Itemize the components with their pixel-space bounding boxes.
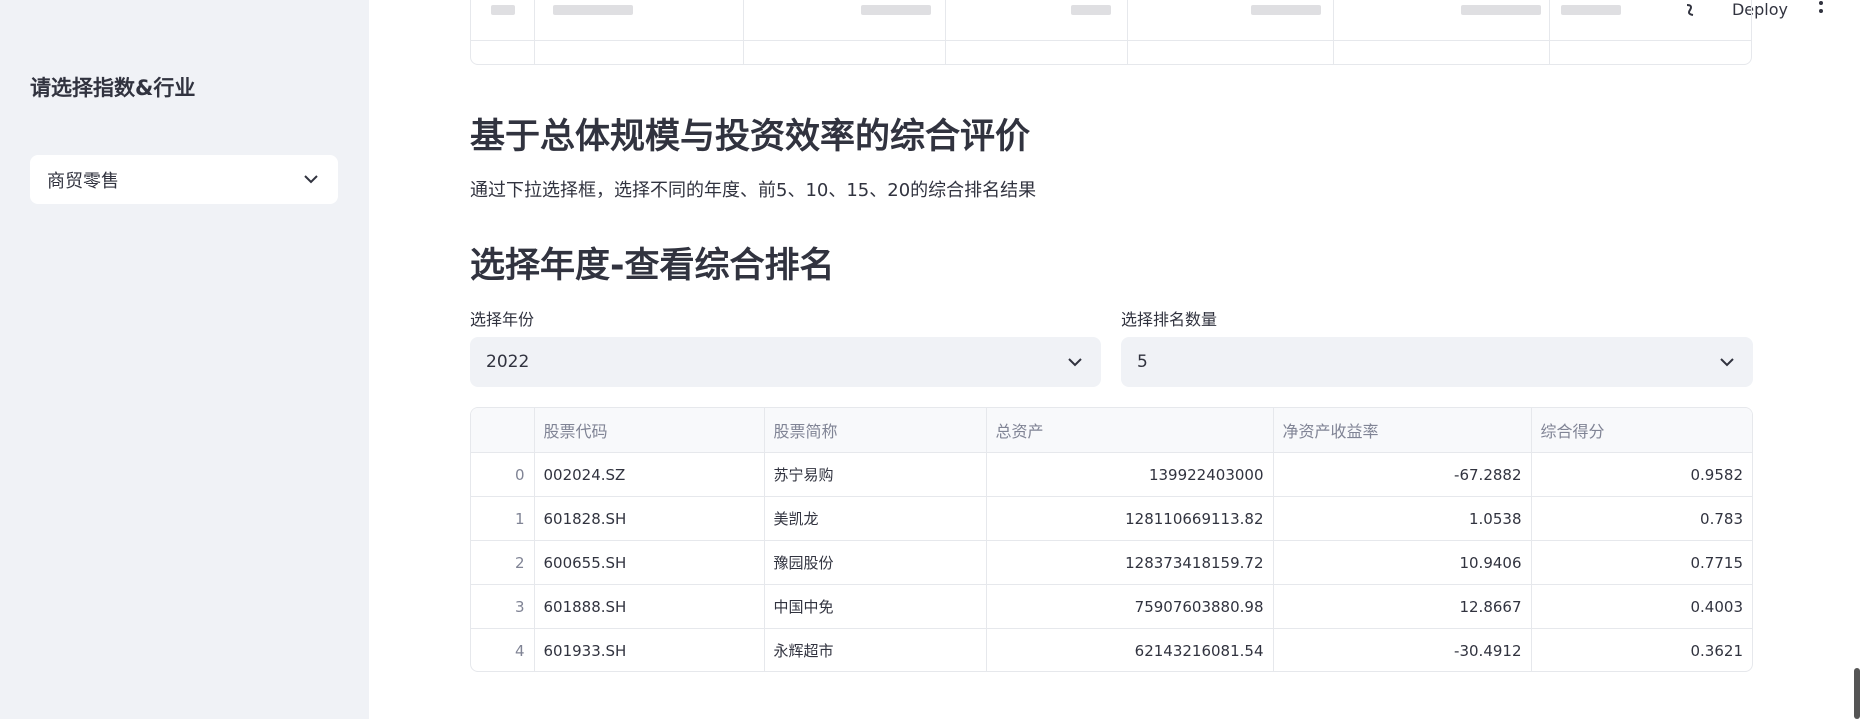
column-header-total-assets[interactable]: 总资产 xyxy=(986,408,1274,453)
row-index: 1 xyxy=(471,496,535,541)
roe-cell[interactable]: 12.8667 xyxy=(1273,584,1532,629)
table-row: 4 601933.SH 永辉超市 62143216081.54 -30.4912… xyxy=(471,628,1752,672)
section-subheading: 选择年度-查看综合排名 xyxy=(470,246,835,286)
count-select-label: 选择排名数量 xyxy=(1121,310,1218,329)
year-select-label: 选择年份 xyxy=(470,310,535,329)
total-assets-cell[interactable]: 75907603880.98 xyxy=(986,584,1274,629)
total-assets-cell[interactable]: 128110669113.82 xyxy=(986,496,1274,541)
more-menu-icon[interactable] xyxy=(1818,0,1824,19)
score-cell[interactable]: 0.783 xyxy=(1531,496,1752,541)
score-cell[interactable]: 0.9582 xyxy=(1531,452,1752,497)
ranking-table[interactable]: 股票代码 股票简称 总资产 净资产收益率 综合得分 0 002024.SZ 苏宁… xyxy=(470,407,1753,672)
column-header-stock-name[interactable]: 股票简称 xyxy=(764,408,987,453)
stock-name-cell[interactable]: 美凯龙 xyxy=(764,496,987,541)
stock-name-cell[interactable]: 中国中免 xyxy=(764,584,987,629)
score-cell[interactable]: 0.3621 xyxy=(1531,629,1752,672)
stock-code-cell[interactable]: 601933.SH xyxy=(534,628,765,671)
total-assets-cell[interactable]: 139922403000 xyxy=(986,452,1274,497)
sidebar-title: 请选择指数&行业 xyxy=(30,76,196,100)
page-scrollbar-thumb[interactable] xyxy=(1854,668,1860,719)
row-index: 3 xyxy=(471,584,535,629)
table-row: 0 002024.SZ 苏宁易购 139922403000 -67.2882 0… xyxy=(471,452,1752,497)
stock-code-cell[interactable]: 600655.SH xyxy=(534,540,765,585)
score-cell[interactable]: 0.4003 xyxy=(1531,584,1752,629)
column-header-roe[interactable]: 净资产收益率 xyxy=(1273,408,1532,453)
roe-cell[interactable]: 1.0538 xyxy=(1273,496,1532,541)
column-header-stock-code[interactable]: 股票代码 xyxy=(534,408,765,453)
stock-name-cell[interactable]: 苏宁易购 xyxy=(764,452,987,497)
year-select-value: 2022 xyxy=(486,352,530,372)
roe-cell[interactable]: -67.2882 xyxy=(1273,452,1532,497)
total-assets-cell[interactable]: 62143216081.54 xyxy=(986,628,1274,671)
column-header-index[interactable] xyxy=(471,408,535,453)
year-select[interactable]: 2022 xyxy=(470,337,1101,387)
total-assets-cell[interactable]: 128373418159.72 xyxy=(986,540,1274,585)
row-index: 0 xyxy=(471,452,535,497)
score-cell[interactable]: 0.7715 xyxy=(1531,540,1752,585)
table-header-row: 股票代码 股票简称 总资产 净资产收益率 综合得分 xyxy=(471,408,1752,453)
stock-code-cell[interactable]: 601888.SH xyxy=(534,584,765,629)
chevron-down-icon xyxy=(1065,352,1085,372)
table-row: 1 601828.SH 美凯龙 128110669113.82 1.0538 0… xyxy=(471,496,1752,541)
table-row: 3 601888.SH 中国中免 75907603880.98 12.8667 … xyxy=(471,584,1752,629)
stock-name-cell[interactable]: 永辉超市 xyxy=(764,628,987,671)
index-industry-select[interactable]: 商贸零售 xyxy=(30,155,338,204)
stock-code-cell[interactable]: 002024.SZ xyxy=(534,452,765,497)
stock-name-cell[interactable]: 豫园股份 xyxy=(764,540,987,585)
chevron-down-icon xyxy=(301,170,321,190)
roe-cell[interactable]: -30.4912 xyxy=(1273,628,1532,671)
description-text: 通过下拉选择框，选择不同的年度、前5、10、15、20的综合排名结果 xyxy=(470,180,1037,201)
rank-count-select[interactable]: 5 xyxy=(1121,337,1753,387)
roe-cell[interactable]: 10.9406 xyxy=(1273,540,1532,585)
chevron-down-icon xyxy=(1717,352,1737,372)
previous-table-fragment xyxy=(470,0,1752,65)
rank-count-select-value: 5 xyxy=(1137,352,1148,372)
stock-code-cell[interactable]: 601828.SH xyxy=(534,496,765,541)
index-industry-select-value: 商贸零售 xyxy=(47,170,119,192)
row-index: 4 xyxy=(471,628,535,671)
page-title: 基于总体规模与投资效率的综合评价 xyxy=(470,117,1031,157)
row-index: 2 xyxy=(471,540,535,585)
sidebar: 请选择指数&行业 商贸零售 xyxy=(0,0,369,719)
table-row: 2 600655.SH 豫园股份 128373418159.72 10.9406… xyxy=(471,540,1752,585)
column-header-score[interactable]: 综合得分 xyxy=(1531,408,1752,453)
